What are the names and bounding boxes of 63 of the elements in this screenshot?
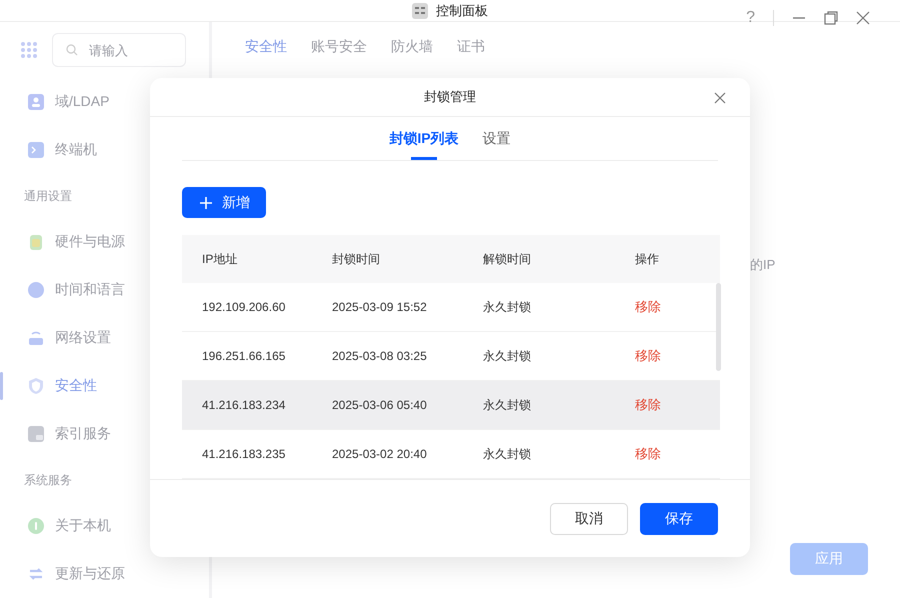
dialog-title: 封锁管理 (424, 88, 476, 106)
sidebar-item[interactable]: 索引服务 (0, 410, 117, 458)
close-icon[interactable] (714, 92, 726, 104)
column-header: 操作 (634, 250, 660, 268)
cancel-button[interactable]: 取消 (550, 502, 628, 535)
table-cell-text: 2025-03-09 15:52 (331, 300, 428, 314)
terminal-icon (27, 141, 45, 159)
sidebar-item[interactable]: 域/LDAP (0, 78, 116, 126)
sidebar-item[interactable]: 硬件与电源 (0, 218, 131, 266)
app-grid-icon (20, 41, 38, 59)
tab[interactable]: 账号安全 (311, 38, 367, 56)
table-cell-text: 2025-03-06 05:40 (331, 398, 428, 412)
tab[interactable]: 设置 (482, 130, 511, 160)
sidebar-item[interactable]: 安全性 (0, 362, 103, 410)
remove-link[interactable]: 移除 (635, 446, 661, 462)
shield-icon (27, 377, 45, 395)
restore-icon[interactable] (824, 11, 838, 25)
save-button[interactable]: 保存 (640, 502, 718, 535)
table-cell-text: 192.109.206.60 (201, 300, 286, 314)
tab[interactable]: 封锁IP列表 (389, 130, 459, 160)
search-icon (66, 44, 78, 56)
table-cell-text: 41.216.183.234 (201, 398, 286, 412)
table-cell-text: 永久封锁 (482, 446, 532, 463)
sidebar-item[interactable]: 关于本机 (0, 502, 117, 550)
column-header: 解锁时间 (482, 250, 532, 268)
table-cell-text: 永久封锁 (482, 396, 532, 414)
table-cell-text: 2025-03-02 20:40 (331, 447, 428, 462)
plus-icon (200, 196, 212, 209)
column-header: 封锁时间 (331, 250, 381, 268)
section-heading: 通用设置 (24, 188, 72, 204)
table-cell-text: 41.216.183.235 (201, 447, 286, 462)
window-title: 控制面板 (436, 2, 488, 20)
table-row[interactable]: 41.216.183.235 2025-03-02 20:40 永久封锁 移除 (182, 430, 720, 480)
index-card-icon (27, 425, 45, 443)
section-heading: 系统服务 (24, 472, 72, 488)
add-button[interactable]: 新增 (182, 187, 266, 218)
tab[interactable]: 证书 (457, 38, 485, 56)
table-cell-text: 永久封锁 (482, 348, 532, 365)
table-cell-text: 2025-03-08 03:25 (331, 349, 428, 364)
sidebar-item[interactable]: 时间和语言 (0, 266, 131, 314)
app-icon (412, 2, 428, 18)
sidebar-item[interactable]: 网络设置 (0, 314, 117, 362)
remove-link[interactable]: 移除 (635, 299, 661, 314)
search-field[interactable]: 请输入 (52, 33, 186, 67)
remove-link[interactable]: 移除 (635, 348, 661, 364)
table-row[interactable]: 41.216.183.234 2025-03-06 05:40 永久封锁 移除 (182, 381, 720, 430)
tab[interactable]: 防火墙 (391, 38, 433, 56)
hint-text: 的IP (750, 256, 776, 274)
close-icon[interactable] (856, 11, 870, 25)
battery-icon (27, 233, 45, 251)
router-icon (27, 329, 45, 347)
table-cell-text: 永久封锁 (482, 298, 532, 316)
table-cell-text: 196.251.66.165 (201, 349, 286, 364)
tab[interactable]: 安全性 (245, 38, 287, 56)
globe-icon (27, 281, 45, 299)
info-icon (27, 517, 45, 535)
sidebar-item[interactable]: 更新与还原 (0, 550, 131, 598)
remove-link[interactable]: 移除 (635, 397, 661, 412)
scrollbar[interactable] (716, 283, 721, 372)
person-card-icon (27, 93, 45, 111)
help-button[interactable]: ? (746, 9, 755, 27)
sidebar-item[interactable]: 终端机 (0, 126, 103, 174)
column-header: IP地址 (201, 250, 238, 268)
